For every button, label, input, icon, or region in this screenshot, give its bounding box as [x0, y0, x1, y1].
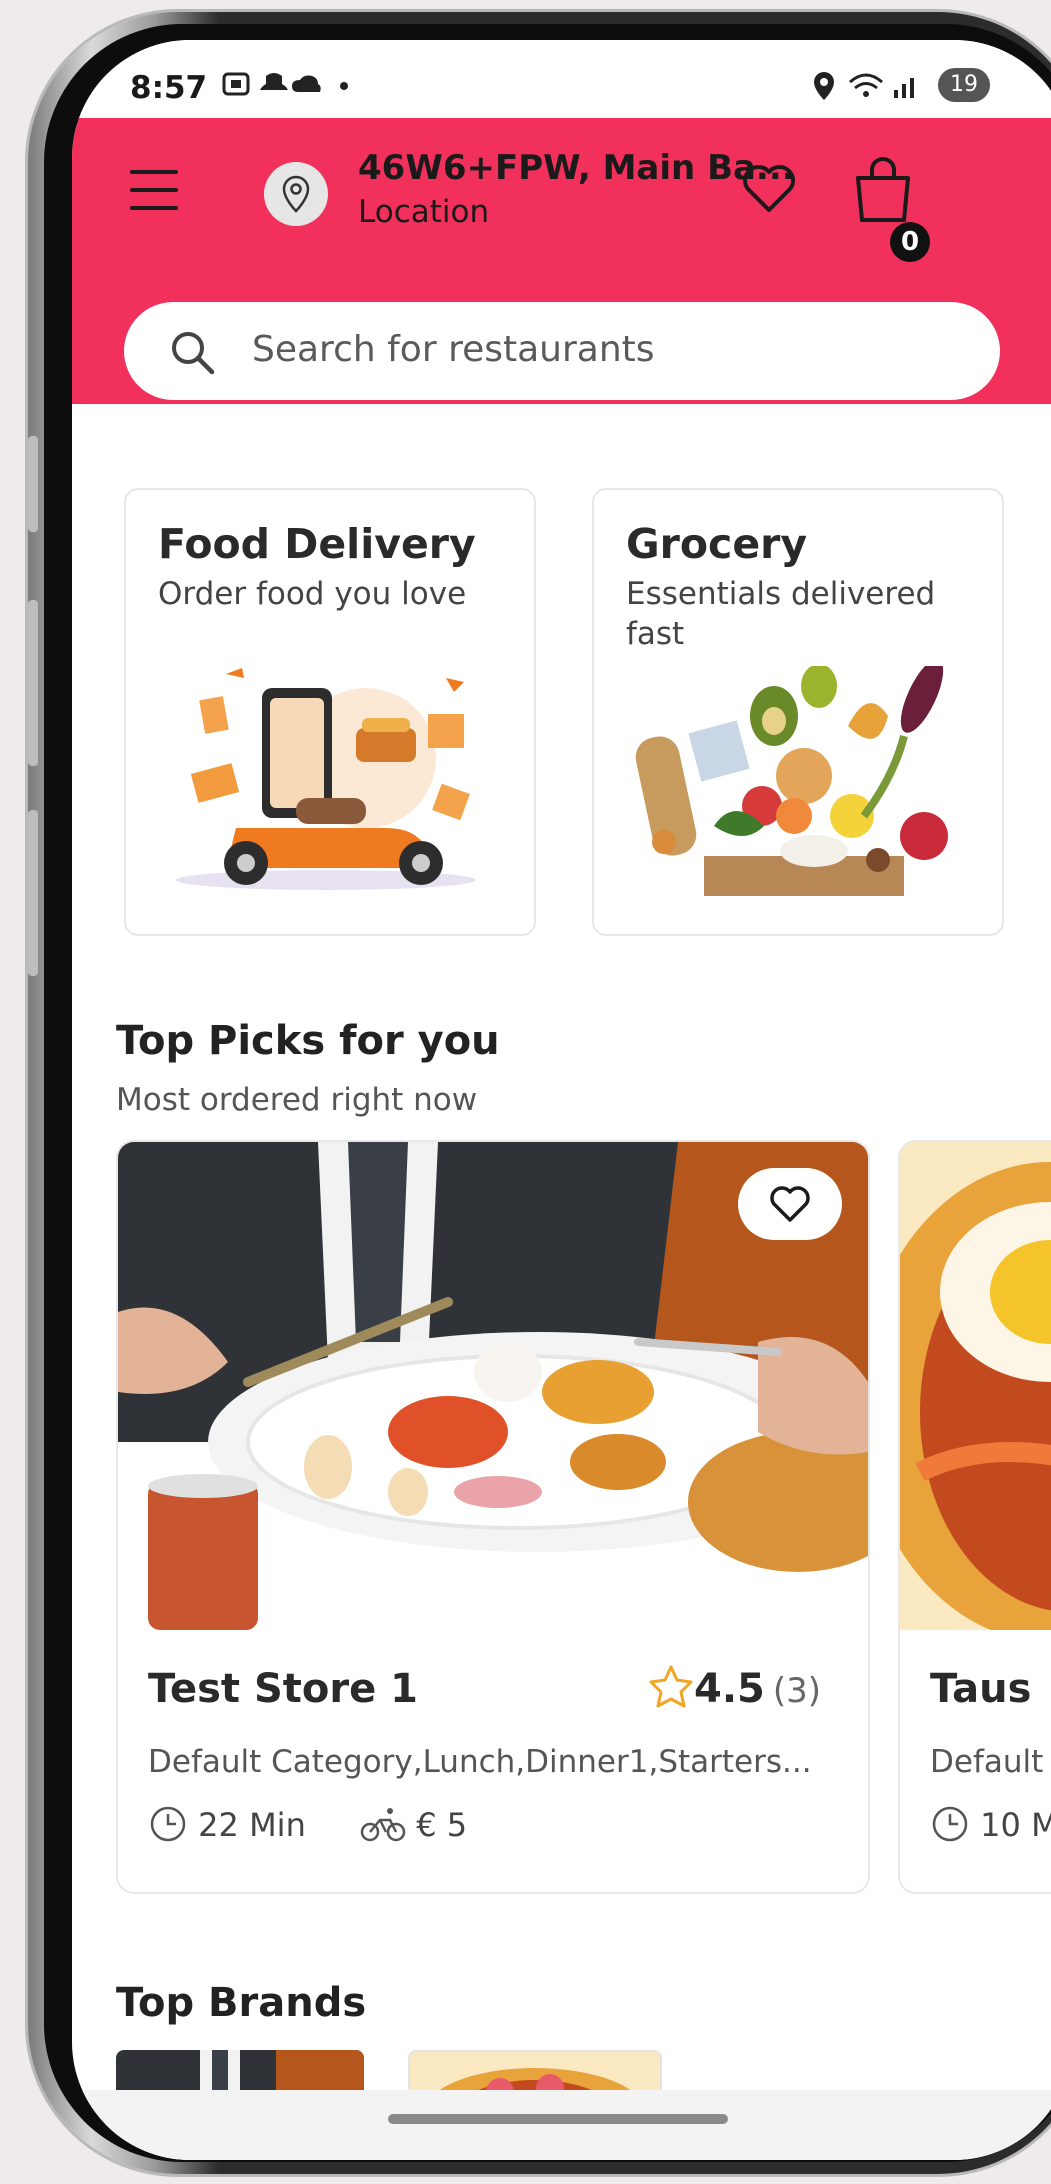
store-card[interactable]: Taus Default 10 M — [898, 1140, 1051, 1894]
location-title[interactable]: 46W6+FPW, Main Ba... — [358, 148, 795, 188]
phone-volume-up-button — [28, 600, 38, 766]
store-name: Taus — [930, 1666, 1032, 1712]
category-subtitle: Essentials delivered fast — [626, 576, 936, 652]
grocery-basket-illustration — [635, 666, 948, 896]
delivery-time: 10 M — [980, 1806, 1051, 1844]
category-title: Grocery — [626, 520, 808, 568]
store-name: Test Store 1 — [148, 1666, 418, 1712]
clock-icon — [932, 1806, 968, 1842]
store-rating: 4.5 (3) — [648, 1664, 821, 1712]
favorite-heart-button[interactable] — [738, 1168, 842, 1240]
system-navigation-bar — [72, 2090, 1051, 2160]
system-status-icons — [810, 68, 930, 109]
location-pin-icon[interactable] — [264, 162, 328, 226]
store-photo — [900, 1142, 1051, 1630]
shopping-bag-icon[interactable] — [850, 150, 920, 226]
delivery-fee: € 5 — [416, 1806, 468, 1844]
favorites-heart-icon[interactable] — [740, 162, 798, 214]
app-header: 46W6+FPW, Main Ba... Location 0 Search f… — [72, 118, 1051, 404]
phone-volume-down-button — [28, 810, 38, 976]
status-bar: 8:57 19 — [72, 40, 1051, 118]
store-categories: Default — [930, 1744, 1044, 1780]
category-card-grocery[interactable]: Grocery Essentials delivered fast — [592, 488, 1004, 936]
bicycle-icon — [360, 1808, 406, 1842]
heart-icon — [770, 1186, 810, 1222]
food-photo-illustration — [900, 1142, 1051, 1630]
scooter-delivery-illustration — [176, 668, 476, 890]
rating-value: 4.5 — [694, 1666, 765, 1712]
category-card-food-delivery[interactable]: Food Delivery Order food you love — [124, 488, 536, 936]
location-label: Location — [358, 194, 490, 230]
store-meta: 22 Min € 5 — [148, 1804, 467, 1844]
category-title: Food Delivery — [158, 520, 476, 568]
delivery-time: 22 Min — [198, 1806, 306, 1844]
top-picks-subtitle: Most ordered right now — [116, 1082, 478, 1118]
home-indicator[interactable] — [388, 2114, 728, 2124]
store-meta: 10 M — [930, 1804, 1051, 1844]
top-picks-title: Top Picks for you — [116, 1018, 500, 1064]
notification-icons-svg — [222, 72, 348, 96]
menu-icon[interactable] — [130, 170, 178, 212]
rating-count: (3) — [772, 1671, 822, 1711]
battery-indicator: 19 — [938, 68, 990, 102]
star-icon — [649, 1665, 693, 1708]
search-icon — [172, 332, 215, 375]
category-subtitle: Order food you love — [158, 576, 467, 612]
clock-icon — [150, 1806, 186, 1842]
store-card[interactable]: Test Store 1 4.5 (3) Default Category,Lun… — [116, 1140, 870, 1894]
app-screen: 8:57 19 46W6+FPW, Main Ba... Location 0 … — [72, 40, 1051, 2160]
search-input[interactable]: Search for restaurants — [124, 302, 1000, 400]
phone-side-button — [28, 436, 38, 532]
wifi-signal-icons — [814, 72, 914, 100]
cart-count-badge: 0 — [890, 222, 930, 262]
status-time: 8:57 — [130, 70, 208, 106]
notification-icons — [222, 68, 352, 107]
search-placeholder: Search for restaurants — [252, 329, 655, 370]
store-categories: Default Category,Lunch,Dinner1,Starters.… — [148, 1744, 812, 1780]
top-brands-title: Top Brands — [116, 1980, 367, 2026]
